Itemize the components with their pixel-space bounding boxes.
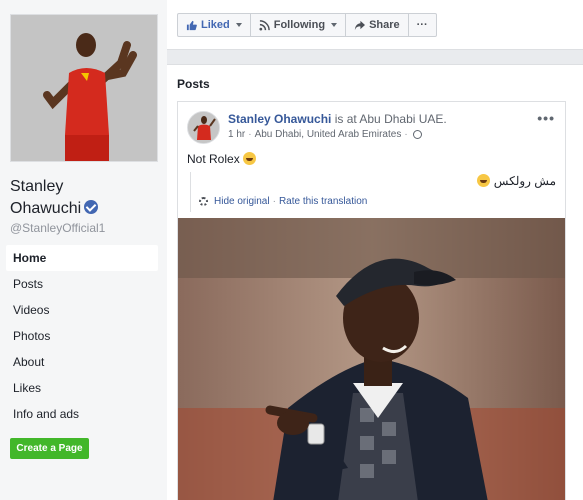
nav-item-about[interactable]: About <box>6 349 158 375</box>
rate-translation-link[interactable]: Rate this translation <box>279 196 367 207</box>
post-author-line: Stanley Ohawuchi is at Abu Dhabi UAE. <box>228 112 447 126</box>
share-arrow-icon <box>354 20 366 30</box>
laughing-emoji-icon <box>477 174 491 187</box>
post-options-icon[interactable]: ••• <box>537 110 555 126</box>
page-title-first: Stanley <box>10 178 64 195</box>
page-sidebar: Stanley Ohawuchi @StanleyOfficial1 Home … <box>0 0 167 500</box>
laughing-emoji-icon <box>243 152 257 165</box>
page-title[interactable]: Stanley Ohawuchi <box>10 176 160 220</box>
post-author-name[interactable]: Stanley Ohawuchi <box>228 112 331 126</box>
post-timestamp[interactable]: 1 hr <box>228 129 245 140</box>
verified-badge-icon <box>84 200 99 214</box>
nav-item-videos[interactable]: Videos <box>6 297 158 323</box>
nav-item-home[interactable]: Home <box>6 245 158 271</box>
nav-item-likes[interactable]: Likes <box>6 375 158 401</box>
more-options-button[interactable]: ··· <box>407 13 437 37</box>
translation-block: مش رولكس Hide original · Rate this trans… <box>190 172 558 212</box>
nav-item-info-and-ads[interactable]: Info and ads <box>6 401 158 427</box>
more-icon: ··· <box>416 19 428 31</box>
translated-body-text: مش رولكس <box>493 174 556 188</box>
translation-links: Hide original · Rate this translation <box>199 196 367 207</box>
page-nav: Home Posts Videos Photos About Likes Inf… <box>6 245 158 427</box>
page-username[interactable]: @StanleyOfficial1 <box>10 221 105 235</box>
hide-original-link[interactable]: Hide original <box>214 196 270 207</box>
page-title-last: Ohawuchi <box>10 200 82 217</box>
rss-icon <box>259 19 270 31</box>
liked-label: Liked <box>201 19 230 31</box>
chevron-down-icon <box>331 23 338 27</box>
post-photo[interactable] <box>178 218 565 500</box>
post-card: Stanley Ohawuchi is at Abu Dhabi UAE. 1 … <box>177 101 566 500</box>
liked-button[interactable]: Liked <box>177 13 251 37</box>
posts-section: Posts Stanley Ohawuchi is at Abu Dhabi U… <box>167 64 583 500</box>
page-action-bar: Liked Following Share ··· <box>167 0 583 50</box>
post-meta: 1 hr · Abu Dhabi, United Arab Emirates · <box>228 129 422 140</box>
meta-separator: · <box>404 129 408 140</box>
gear-icon[interactable] <box>199 197 208 206</box>
globe-icon[interactable] <box>412 130 422 139</box>
action-button-group: Liked Following Share ··· <box>177 13 437 37</box>
share-button[interactable]: Share <box>345 13 409 37</box>
share-label: Share <box>369 19 400 31</box>
nav-item-posts[interactable]: Posts <box>6 271 158 297</box>
link-separator: · <box>272 196 276 207</box>
post-location-text[interactable]: is at Abu Dhabi UAE. <box>335 112 447 126</box>
posts-heading: Posts <box>177 77 210 91</box>
author-avatar[interactable] <box>187 111 220 144</box>
following-button[interactable]: Following <box>249 13 347 37</box>
following-label: Following <box>273 19 326 31</box>
chevron-down-icon <box>235 23 242 27</box>
post-place[interactable]: Abu Dhabi, United Arab Emirates <box>255 129 402 140</box>
thumbs-up-icon <box>186 20 197 30</box>
translated-body: مش رولكس <box>477 174 556 188</box>
nav-item-photos[interactable]: Photos <box>6 323 158 349</box>
profile-picture[interactable] <box>10 14 158 162</box>
post-body: Not Rolex <box>187 152 257 166</box>
create-page-button[interactable]: Create a Page <box>10 438 89 459</box>
meta-separator: · <box>248 129 252 140</box>
post-body-text: Not Rolex <box>187 152 240 166</box>
